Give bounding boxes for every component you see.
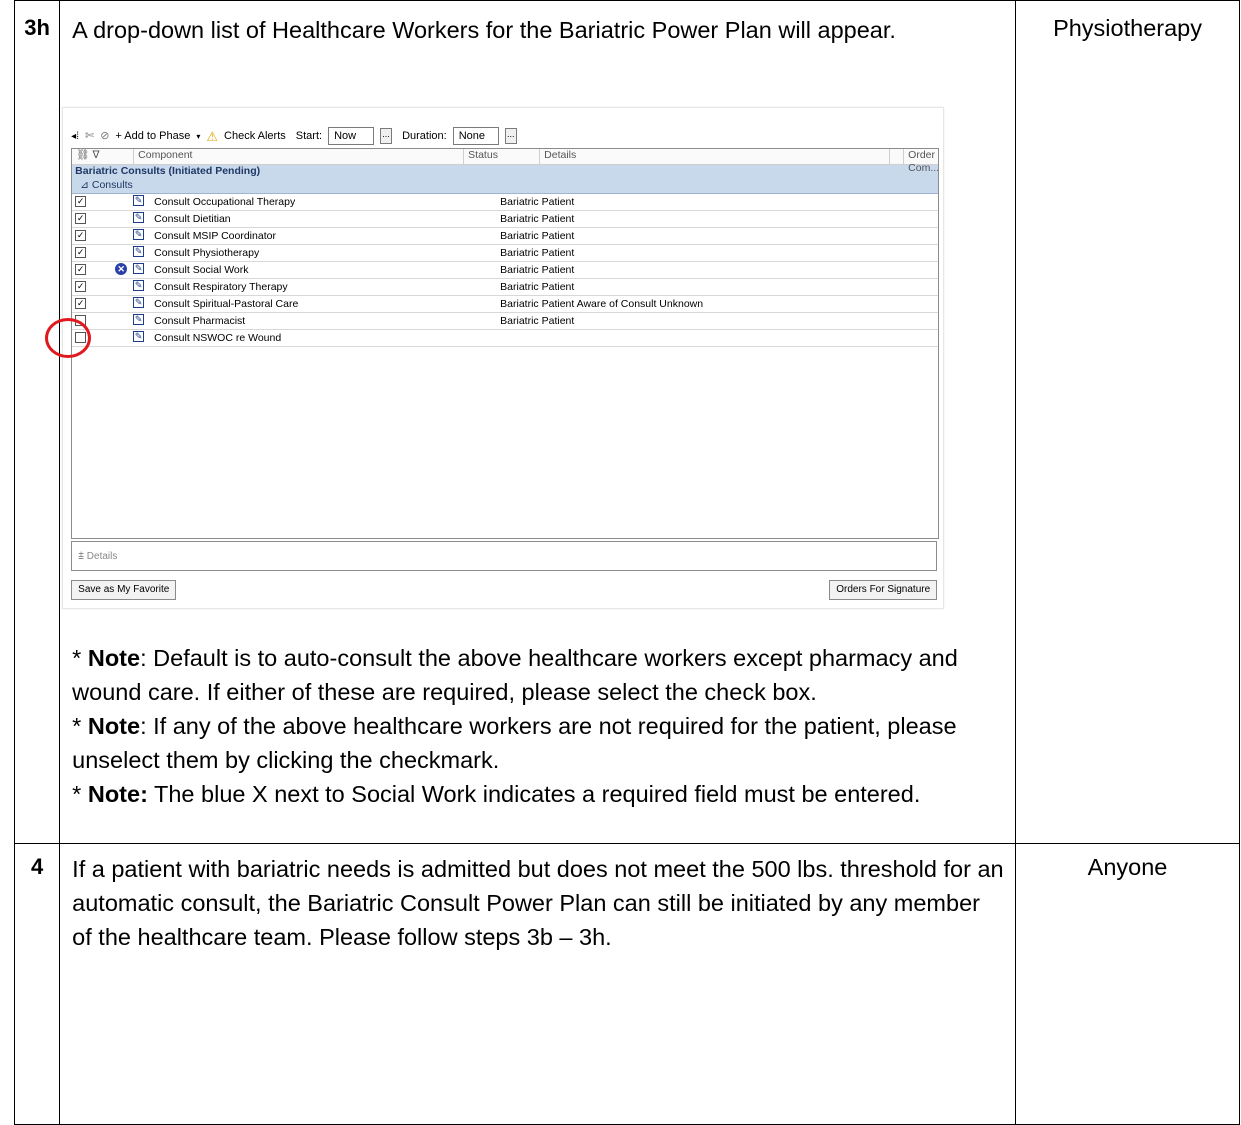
dropdown-arrow-icon[interactable]: ▾ bbox=[196, 130, 200, 143]
header-icons: ⛓ ∇ bbox=[72, 149, 135, 164]
component-name: Consult Physiotherapy bbox=[154, 246, 260, 259]
consult-checkbox[interactable]: ✓ bbox=[75, 298, 87, 309]
start-field[interactable]: Now bbox=[328, 127, 375, 145]
note-2: * Note: If any of the above healthcare w… bbox=[72, 713, 957, 773]
save-favorite-button[interactable]: Save as My Favorite bbox=[71, 580, 177, 600]
powerplan-screenshot: ◂⁞ ✄ ⊘ + Add to Phase ▾ ⚠ Check Alerts S… bbox=[45, 107, 945, 609]
component-name: Consult Dietitian bbox=[154, 212, 231, 225]
subgroup-consults[interactable]: ⊿ Consults bbox=[72, 179, 938, 192]
warning-icon: ⚠ bbox=[206, 128, 219, 144]
list-item[interactable]: ✎ Consult NSWOC re Wound bbox=[72, 330, 939, 347]
list-item[interactable]: ✓ ✎ Consult Respiratory Therapy Bariatri… bbox=[72, 279, 939, 296]
start-picker-button[interactable]: ... bbox=[380, 128, 393, 144]
step-description: A drop-down list of Healthcare Workers f… bbox=[72, 17, 896, 43]
column-order-comments[interactable]: Order Com... bbox=[904, 149, 938, 174]
details-bar[interactable]: ⩲ Details bbox=[71, 541, 938, 571]
duration-field[interactable]: None bbox=[452, 127, 499, 145]
group-band: Bariatric Consults (Initiated Pending) ⊿… bbox=[72, 165, 939, 194]
list-item[interactable]: ✓ ✕ ✎ Consult Social Work Bariatric Pati… bbox=[72, 262, 939, 279]
responsible-role: Anyone bbox=[1015, 843, 1240, 1125]
component-details: Bariatric Patient bbox=[500, 212, 575, 225]
component-details: Bariatric Patient bbox=[500, 280, 575, 293]
consult-checkbox[interactable]: ✓ bbox=[75, 196, 87, 207]
component-details: Bariatric Patient bbox=[500, 195, 575, 208]
required-x-icon[interactable]: ✕ bbox=[115, 263, 128, 275]
component-details: Bariatric Patient bbox=[500, 314, 575, 327]
start-label: Start: bbox=[295, 129, 323, 142]
order-icon: ✎ bbox=[133, 331, 145, 342]
responsible-role: Physiotherapy bbox=[1015, 0, 1240, 844]
consult-checkbox[interactable]: ✓ bbox=[75, 230, 87, 241]
component-details: Bariatric Patient bbox=[500, 246, 575, 259]
step-number: 4 bbox=[13, 843, 61, 1125]
column-component[interactable]: Component bbox=[134, 149, 465, 164]
step-number: 3h bbox=[13, 0, 61, 844]
consult-checkbox[interactable]: ✓ bbox=[75, 264, 87, 275]
component-details: Bariatric Patient bbox=[500, 263, 575, 276]
duration-label: Duration: bbox=[402, 129, 447, 142]
list-item[interactable]: ✓ ✎ Consult MSIP Coordinator Bariatric P… bbox=[72, 228, 939, 245]
collapse-icon[interactable]: ◂⁞ bbox=[71, 130, 79, 143]
expand-icon[interactable]: ⩲ bbox=[78, 551, 84, 562]
group-title: Bariatric Consults (Initiated Pending) bbox=[75, 165, 261, 177]
orders-for-signature-button[interactable]: Orders For Signature bbox=[829, 580, 938, 600]
component-name: Consult Spiritual-Pastoral Care bbox=[154, 297, 299, 310]
details-label: Details bbox=[86, 551, 118, 562]
order-icon: ✎ bbox=[133, 195, 145, 206]
order-icon: ✎ bbox=[133, 263, 145, 274]
check-alerts-button[interactable]: Check Alerts bbox=[224, 130, 286, 143]
table-row: 3h A drop-down list of Healthcare Worker… bbox=[13, 0, 1240, 844]
list-item[interactable]: ✓ ✎ Consult Physiotherapy Bariatric Pati… bbox=[72, 245, 939, 262]
list-item[interactable]: ✓ ✎ Consult Dietitian Bariatric Patient bbox=[72, 211, 939, 228]
notes: * Note: Default is to auto-consult the a… bbox=[72, 641, 1005, 811]
component-name: Consult NSWOC re Wound bbox=[154, 331, 282, 344]
list-item[interactable]: ✎ Consult Pharmacist Bariatric Patient bbox=[72, 313, 939, 330]
component-details: Bariatric Patient bbox=[500, 229, 575, 242]
step-description-cell: A drop-down list of Healthcare Workers f… bbox=[45, 0, 1017, 844]
component-name: Consult Pharmacist bbox=[154, 314, 246, 327]
component-name: Consult MSIP Coordinator bbox=[154, 229, 276, 242]
table-row: 4 If a patient with bariatric needs is a… bbox=[13, 843, 1240, 1125]
component-name: Consult Social Work bbox=[154, 263, 249, 276]
filter-icon: ∇ bbox=[92, 149, 100, 161]
note-3: * Note: The blue X next to Social Work i… bbox=[72, 781, 921, 807]
cancel-icon[interactable]: ⊘ bbox=[100, 130, 109, 143]
grid-header: ⛓ ∇ Component Status Details Order Com..… bbox=[72, 149, 939, 174]
consult-checkbox[interactable]: ✓ bbox=[75, 247, 87, 258]
highlight-circle bbox=[45, 318, 92, 358]
list-item[interactable]: ✓ ✎ Consult Occupational Therapy Bariatr… bbox=[72, 194, 939, 211]
column-status[interactable]: Status bbox=[464, 149, 541, 164]
order-icon: ✎ bbox=[133, 280, 145, 291]
order-icon: ✎ bbox=[133, 297, 145, 308]
powerplan-toolbar: ◂⁞ ✄ ⊘ + Add to Phase ▾ ⚠ Check Alerts S… bbox=[71, 126, 517, 146]
scissors-icon[interactable]: ✄ bbox=[85, 130, 94, 143]
column-details[interactable]: Details bbox=[540, 149, 891, 164]
duration-picker-button[interactable]: ... bbox=[504, 128, 517, 144]
order-icon: ✎ bbox=[133, 246, 145, 257]
consult-checkbox[interactable]: ✓ bbox=[75, 281, 87, 292]
list-item[interactable]: ✓ ✎ Consult Spiritual-Pastoral Care Bari… bbox=[72, 296, 939, 313]
link-icon: ⛓ bbox=[76, 149, 90, 161]
note-1: * Note: Default is to auto-consult the a… bbox=[72, 645, 958, 705]
order-icon: ✎ bbox=[133, 229, 145, 240]
component-details: Bariatric Patient Aware of Consult Unkno… bbox=[500, 297, 704, 310]
order-icon: ✎ bbox=[133, 314, 145, 325]
add-to-phase-button[interactable]: + Add to Phase bbox=[115, 130, 190, 143]
step-description: If a patient with bariatric needs is adm… bbox=[59, 843, 1017, 1125]
component-name: Consult Occupational Therapy bbox=[154, 195, 296, 208]
consult-checkbox[interactable]: ✓ bbox=[75, 213, 87, 224]
order-icon: ✎ bbox=[133, 212, 145, 223]
procedure-table: 3h A drop-down list of Healthcare Worker… bbox=[13, 0, 1240, 1125]
orders-grid: ⛓ ∇ Component Status Details Order Com..… bbox=[71, 148, 940, 539]
component-name: Consult Respiratory Therapy bbox=[154, 280, 288, 293]
